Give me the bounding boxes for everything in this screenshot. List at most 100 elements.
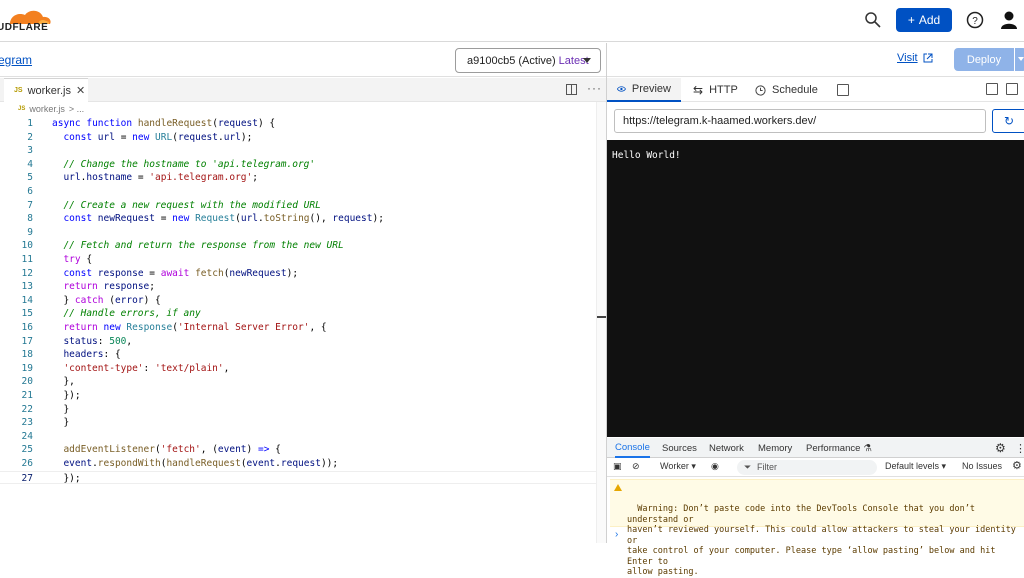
user-icon[interactable] bbox=[1000, 10, 1018, 30]
line-code[interactable]: // Create a new request with the modifie… bbox=[52, 199, 320, 213]
tab-sources[interactable]: Sources bbox=[662, 438, 697, 458]
code-line[interactable]: 22 } bbox=[0, 403, 596, 417]
line-code[interactable]: // Handle errors, if any bbox=[52, 307, 200, 321]
line-number: 1 bbox=[27, 118, 33, 129]
line-code[interactable]: // Change the hostname to 'api.telegram.… bbox=[52, 158, 315, 172]
editor-tab-label: worker.js bbox=[27, 84, 71, 97]
paste-warning: Warning: Don’t paste code into the DevTo… bbox=[610, 479, 1024, 577]
worker-breadcrumb[interactable]: egram bbox=[0, 53, 32, 67]
code-line[interactable]: 8 const newRequest = new Request(url.toS… bbox=[0, 212, 596, 226]
close-icon[interactable]: ✕ bbox=[76, 84, 85, 97]
search-icon[interactable] bbox=[864, 11, 882, 29]
split-editor-icon[interactable] bbox=[566, 84, 577, 95]
help-icon[interactable]: ? bbox=[966, 11, 984, 29]
subcrumb-more[interactable]: > ... bbox=[69, 104, 84, 114]
line-code[interactable]: } bbox=[52, 416, 69, 430]
line-code[interactable]: } bbox=[52, 403, 69, 417]
deploy-options-button[interactable] bbox=[1015, 48, 1024, 71]
line-code[interactable]: headers: { bbox=[52, 348, 120, 362]
console-filter-input[interactable]: ⏷ Filter bbox=[737, 460, 877, 475]
tab-memory[interactable]: Memory bbox=[758, 438, 792, 458]
tab-terminal[interactable] bbox=[827, 78, 859, 102]
code-line[interactable]: 11 try { bbox=[0, 253, 596, 267]
code-editor[interactable]: 1 async function handleRequest(request) {… bbox=[0, 117, 596, 543]
code-line[interactable]: 5 url.hostname = 'api.telegram.org'; bbox=[0, 171, 596, 185]
tab-preview[interactable]: Preview bbox=[607, 78, 681, 102]
line-code[interactable]: try { bbox=[52, 253, 92, 267]
line-code[interactable]: event.respondWith(handleRequest(event.re… bbox=[52, 457, 338, 471]
line-number: 5 bbox=[27, 172, 33, 184]
chat-icon[interactable] bbox=[1006, 83, 1018, 95]
version-select[interactable]: a9100cb5 (Active) Latest bbox=[455, 48, 601, 73]
code-line[interactable]: 23 } bbox=[0, 416, 596, 430]
code-line[interactable]: 7 // Create a new request with the modif… bbox=[0, 199, 596, 213]
line-code[interactable]: }); bbox=[52, 472, 80, 486]
code-line[interactable]: 21 }); bbox=[0, 389, 596, 403]
tab-network[interactable]: Network bbox=[709, 438, 744, 458]
code-line[interactable]: 12 const response = await fetch(newReque… bbox=[0, 267, 596, 281]
code-line[interactable]: 20 }, bbox=[0, 375, 596, 389]
subcrumb-file[interactable]: worker.js bbox=[29, 104, 65, 114]
code-line[interactable]: 25 addEventListener('fetch', (event) => … bbox=[0, 443, 596, 457]
visit-link[interactable]: Visit bbox=[897, 52, 933, 64]
line-code[interactable]: const newRequest = new Request(url.toStr… bbox=[52, 212, 383, 226]
layout-icon[interactable] bbox=[986, 83, 998, 95]
line-code[interactable]: const response = await fetch(newRequest)… bbox=[52, 267, 298, 281]
line-code[interactable]: status: 500, bbox=[52, 335, 132, 349]
preview-text: Hello World! bbox=[612, 150, 681, 161]
tab-console[interactable]: Console bbox=[615, 438, 650, 458]
line-number: 21 bbox=[21, 390, 33, 401]
console-settings-icon[interactable]: ⚙ bbox=[1012, 459, 1022, 472]
line-code[interactable]: }); bbox=[52, 389, 80, 403]
gear-icon[interactable]: ⚙ bbox=[995, 438, 1006, 458]
filter-placeholder: Filter bbox=[757, 462, 777, 472]
code-line[interactable]: 2 const url = new URL(request.url); bbox=[0, 131, 596, 145]
more-actions-icon[interactable]: ··· bbox=[587, 81, 602, 95]
tab-performance[interactable]: Performance ⚗ bbox=[806, 438, 872, 458]
line-code[interactable]: addEventListener('fetch', (event) => { bbox=[52, 443, 280, 457]
tab-http-label: HTTP bbox=[709, 84, 738, 96]
tab-http[interactable]: ⇆ HTTP bbox=[683, 78, 748, 102]
code-line[interactable]: 19 'content-type': 'text/plain', bbox=[0, 362, 596, 376]
line-code[interactable]: async function handleRequest(request) { bbox=[52, 117, 275, 131]
sidebar-toggle-icon[interactable]: ▣ bbox=[613, 461, 622, 472]
code-line[interactable]: 6 bbox=[0, 185, 596, 199]
code-line[interactable]: 16 return new Response('Internal Server … bbox=[0, 321, 596, 335]
tab-schedule[interactable]: Schedule bbox=[745, 78, 828, 102]
deploy-button[interactable]: Deploy bbox=[954, 48, 1014, 71]
code-line[interactable]: 18 headers: { bbox=[0, 348, 596, 362]
preview-url-input[interactable]: https://telegram.k-haamed.workers.dev/ bbox=[614, 109, 986, 133]
console-prompt[interactable]: › bbox=[615, 529, 618, 540]
line-code[interactable]: return response; bbox=[52, 280, 155, 294]
code-line[interactable]: 10 // Fetch and return the response from… bbox=[0, 239, 596, 253]
add-button[interactable]: + Add bbox=[896, 8, 952, 32]
line-code[interactable]: // Fetch and return the response from th… bbox=[52, 239, 343, 253]
log-levels-select[interactable]: Default levels ▾ bbox=[885, 461, 946, 472]
more-options-icon[interactable]: ⋮ bbox=[1015, 438, 1024, 458]
line-code[interactable]: url.hostname = 'api.telegram.org'; bbox=[52, 171, 258, 185]
code-line[interactable]: 15 // Handle errors, if any bbox=[0, 307, 596, 321]
code-line[interactable]: 14 } catch (error) { bbox=[0, 294, 596, 308]
code-line[interactable]: 1 async function handleRequest(request) { bbox=[0, 117, 596, 131]
line-code[interactable]: 'content-type': 'text/plain', bbox=[52, 362, 229, 376]
line-code[interactable]: } catch (error) { bbox=[52, 294, 160, 308]
code-line[interactable]: 26 event.respondWith(handleRequest(event… bbox=[0, 457, 596, 471]
code-line[interactable]: 27 }); bbox=[0, 470, 596, 486]
line-code[interactable]: }, bbox=[52, 375, 74, 389]
code-line[interactable]: 3 bbox=[0, 144, 596, 158]
line-code[interactable]: const url = new URL(request.url); bbox=[52, 131, 252, 145]
line-number: 2 bbox=[27, 131, 33, 143]
eye-icon[interactable]: ◉ bbox=[711, 461, 719, 472]
code-line[interactable]: 24 bbox=[0, 430, 596, 444]
issues-count[interactable]: No Issues bbox=[962, 461, 1002, 471]
line-code[interactable]: return new Response('Internal Server Err… bbox=[52, 321, 326, 335]
context-select[interactable]: Worker ▾ bbox=[660, 461, 696, 472]
clear-console-icon[interactable]: ⊘ bbox=[632, 461, 640, 472]
tab-preview-label: Preview bbox=[631, 83, 671, 95]
code-line[interactable]: 9 bbox=[0, 226, 596, 240]
code-line[interactable]: 13 return response; bbox=[0, 280, 596, 294]
refresh-button[interactable]: ↻ bbox=[992, 109, 1024, 133]
code-line[interactable]: 17 status: 500, bbox=[0, 335, 596, 349]
editor-tab-worker-js[interactable]: JS worker.js ✕ bbox=[4, 78, 88, 102]
code-line[interactable]: 4 // Change the hostname to 'api.telegra… bbox=[0, 158, 596, 172]
